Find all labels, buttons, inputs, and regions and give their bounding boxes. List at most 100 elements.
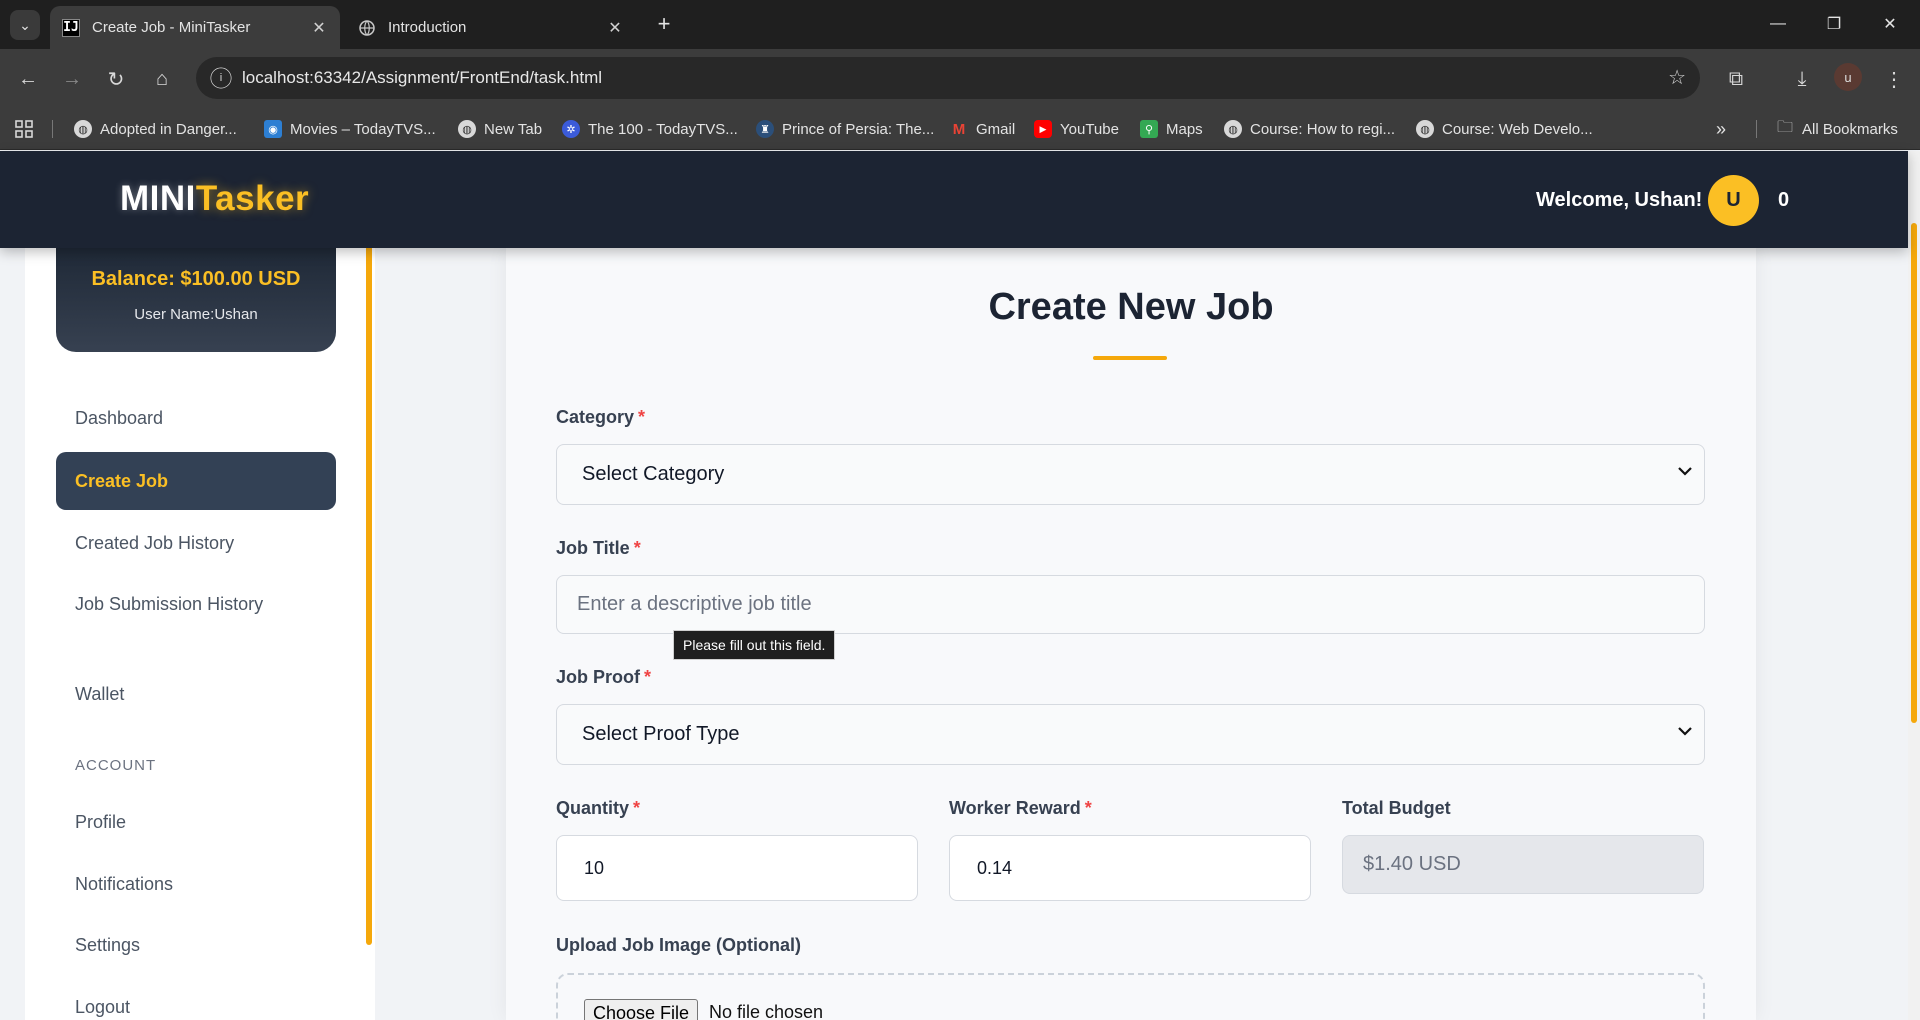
sidebar: Balance: $100.00 USD User Name:Ushan Das… <box>25 248 375 1020</box>
required-asterisk: * <box>644 667 652 687</box>
bookmark-item[interactable]: M Gmail <box>950 108 1015 150</box>
back-arrow-icon[interactable]: ← <box>12 63 44 95</box>
game-icon: ♜ <box>756 120 774 138</box>
bookmark-item[interactable]: ◉ Movies – TodayTVS... <box>264 108 436 150</box>
close-window-icon[interactable]: ✕ <box>1870 8 1910 40</box>
bookmark-label: Gmail <box>976 120 1016 138</box>
tab-search-button[interactable]: ⌄ <box>10 10 40 40</box>
logo[interactable]: MINITasker <box>120 179 309 219</box>
bookmark-item[interactable]: ⚲ Maps <box>1140 108 1203 150</box>
sidebar-item-dashboard[interactable]: Dashboard <box>56 389 336 447</box>
quantity-input[interactable]: 10 <box>556 835 918 901</box>
total-budget-field: $1.40 USD <box>1342 835 1704 894</box>
minimize-icon[interactable]: — <box>1758 8 1798 40</box>
sidebar-scrollbar[interactable] <box>366 248 372 945</box>
welcome-text: Welcome, Ushan! <box>1536 189 1703 211</box>
close-icon[interactable]: ✕ <box>310 18 328 38</box>
category-label: Category * <box>556 407 645 428</box>
bookmark-item[interactable]: ◍ Adopted in Danger... <box>74 108 237 150</box>
sidebar-item-created-job-history[interactable]: Created Job History <box>56 514 336 572</box>
restore-icon[interactable]: ❐ <box>1814 8 1854 40</box>
url-text[interactable]: localhost:63342/Assignment/FrontEnd/task… <box>242 68 602 88</box>
bookmark-item[interactable]: ▶ YouTube <box>1034 108 1119 150</box>
category-select[interactable]: Select Category <box>556 444 1705 505</box>
page-scrollbar[interactable] <box>1908 151 1920 1020</box>
sidebar-item-settings[interactable]: Settings <box>56 916 336 974</box>
tab-title: Introduction <box>388 19 467 36</box>
username-text: User Name:Ushan <box>134 306 258 323</box>
new-tab-button[interactable]: + <box>650 10 678 38</box>
close-icon[interactable]: ✕ <box>606 18 624 38</box>
worker-reward-label: Worker Reward * <box>949 798 1092 819</box>
folder-icon: 🗀 <box>1776 118 1793 136</box>
choose-file-button[interactable]: Choose File <box>584 999 699 1020</box>
todaytvs-icon: ◉ <box>264 120 282 138</box>
bookmark-label: Movies – TodayTVS... <box>290 120 436 138</box>
tab-create-job[interactable]: IJ Create Job - MiniTasker ✕ <box>50 6 340 49</box>
sidebar-item-job-submission-history[interactable]: Job Submission History <box>56 575 336 633</box>
reload-icon[interactable]: ↻ <box>100 63 132 95</box>
apps-grid-icon[interactable] <box>14 108 34 150</box>
upload-dropzone[interactable]: Choose File No file chosen <box>556 973 1705 1020</box>
home-icon[interactable]: ⌂ <box>146 63 178 95</box>
profile-avatar[interactable]: u <box>1834 63 1862 91</box>
required-asterisk: * <box>633 538 641 558</box>
worker-reward-input[interactable]: 0.14 <box>949 835 1311 901</box>
menu-dots-icon[interactable]: ⋮ <box>1878 63 1910 95</box>
file-status-text: No file chosen <box>709 1002 824 1020</box>
bookmark-label: The 100 - TodayTVS... <box>588 120 738 138</box>
site-info-icon[interactable]: i <box>210 67 232 89</box>
sidebar-section-account: ACCOUNT <box>75 757 157 774</box>
sidebar-item-create-job[interactable]: Create Job <box>56 452 336 510</box>
bookmark-item[interactable]: ◍ Course: How to regi... <box>1224 108 1395 150</box>
globe-icon: ◍ <box>1416 120 1434 138</box>
youtube-icon: ▶ <box>1034 120 1052 138</box>
chevron-down-icon: ⌄ <box>19 16 31 33</box>
bookmark-separator <box>52 120 53 138</box>
job-title-input[interactable]: Enter a descriptive job title <box>556 575 1705 634</box>
validation-tooltip: Please fill out this field. <box>673 630 836 660</box>
address-bar[interactable]: i localhost:63342/Assignment/FrontEnd/ta… <box>196 57 1700 99</box>
todaytvs-icon: ✲ <box>562 120 580 138</box>
job-proof-selected-value: Select Proof Type <box>582 723 740 745</box>
all-bookmarks-button[interactable]: 🗀 All Bookmarks <box>1776 108 1898 150</box>
bookmark-item[interactable]: ◍ Course: Web Develo... <box>1416 108 1593 150</box>
avatar[interactable]: U <box>1708 175 1759 226</box>
all-bookmarks-label: All Bookmarks <box>1802 120 1898 138</box>
bookmark-label: Prince of Persia: The... <box>782 120 935 138</box>
bookmark-label: Adopted in Danger... <box>100 120 237 138</box>
sidebar-item-notifications[interactable]: Notifications <box>56 855 336 913</box>
bookmark-item[interactable]: ♜ Prince of Persia: The... <box>756 108 934 150</box>
sidebar-item-logout[interactable]: Logout <box>56 978 336 1020</box>
intellij-icon: IJ <box>62 18 80 37</box>
chevron-double-right-icon[interactable]: » <box>1716 108 1726 150</box>
download-icon[interactable]: ⤓ <box>1786 63 1818 95</box>
upload-image-label: Upload Job Image (Optional) <box>556 935 802 955</box>
tab-introduction[interactable]: Introduction ✕ <box>346 6 636 49</box>
bookmark-separator <box>1756 120 1757 138</box>
scrollbar-thumb[interactable] <box>1911 223 1917 723</box>
tab-title: Create Job - MiniTasker <box>92 19 251 36</box>
balance-card: Balance: $100.00 USD User Name:Ushan <box>56 248 336 352</box>
forward-arrow-icon[interactable]: → <box>56 63 88 95</box>
job-proof-select[interactable]: Select Proof Type <box>556 704 1705 765</box>
job-proof-label: Job Proof * <box>556 667 651 688</box>
worker-reward-label-text: Worker Reward <box>949 798 1081 818</box>
sidebar-item-wallet[interactable]: Wallet <box>56 665 336 723</box>
bookmark-label: Course: How to regi... <box>1250 120 1396 138</box>
maps-icon: ⚲ <box>1140 120 1158 138</box>
title-underline <box>1093 356 1167 360</box>
balance-text: Balance: $100.00 USD <box>91 268 301 290</box>
browser-tab-bar: ⌄ IJ Create Job - MiniTasker ✕ Introduct… <box>0 0 1920 49</box>
extensions-icon[interactable]: ⧉ <box>1720 63 1752 95</box>
notification-count[interactable]: 0 <box>1778 189 1789 212</box>
category-label-text: Category <box>556 407 635 427</box>
bookmark-item[interactable]: ✲ The 100 - TodayTVS... <box>562 108 738 150</box>
quantity-label-text: Quantity <box>556 798 630 818</box>
sidebar-item-profile[interactable]: Profile <box>56 793 336 851</box>
chevron-down-icon <box>1678 463 1692 481</box>
bookmark-label: New Tab <box>484 120 543 138</box>
bookmark-item[interactable]: ◍ New Tab <box>458 108 542 150</box>
star-icon[interactable]: ☆ <box>1668 65 1686 90</box>
globe-icon: ◍ <box>1224 120 1242 138</box>
